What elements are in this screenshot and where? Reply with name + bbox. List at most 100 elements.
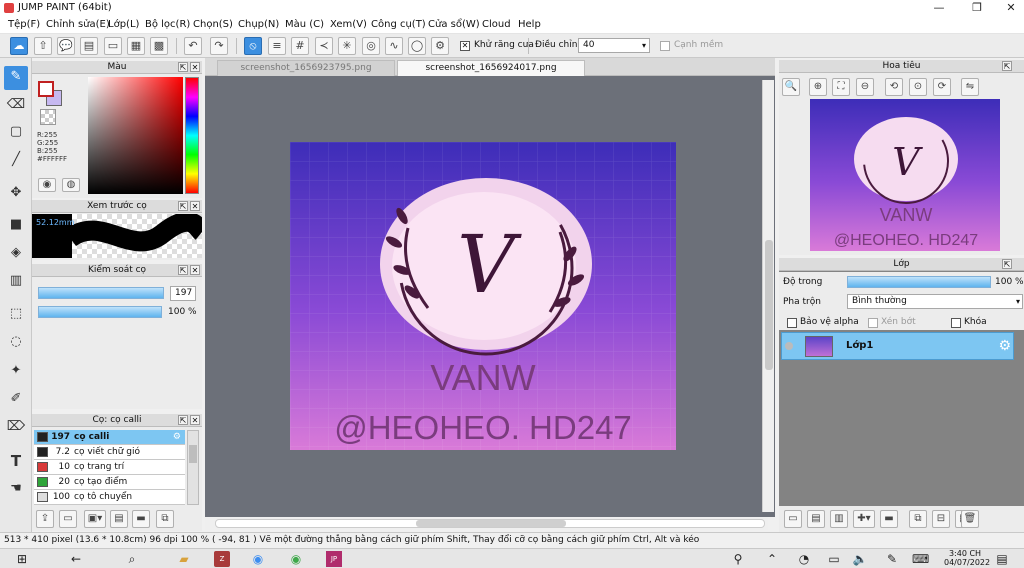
panel-close-icon[interactable]: ✕ [190,62,200,72]
rotate-left-icon[interactable]: ⟲ [885,78,903,96]
menu-file[interactable]: Tệp(F) [8,19,40,30]
layout-icon[interactable]: ▩ [150,37,168,55]
select-pen-tool-icon[interactable]: ✐ [4,388,28,412]
snap-perspective-icon[interactable]: ≺ [315,37,333,55]
layer-merge-icon[interactable]: ⊟ [932,510,950,528]
layer-folder-icon[interactable]: ▬ [880,510,898,528]
person-icon[interactable]: ⚲ [730,551,746,567]
minimize-button[interactable]: — [924,0,954,17]
brush-row[interactable]: 10 cọ trang trí [34,460,185,475]
menu-edit[interactable]: Chỉnh sửa(E) [46,19,110,30]
back-arrow-icon[interactable]: ← [68,551,84,567]
layer-row[interactable]: Lớp1 ⚙ [781,332,1014,360]
tab-screenshot-2[interactable]: screenshot_1656924017.png [397,60,585,76]
wifi-icon[interactable]: ◔ [796,551,812,567]
fill-rect-tool-icon[interactable]: ■ [4,214,28,238]
snap-grid-icon[interactable]: # [291,37,309,55]
brush-row[interactable]: 20 cọ tạo điểm [34,475,185,490]
menu-color[interactable]: Màu (C) [285,19,324,30]
menu-window[interactable]: Cửa sổ(W) [428,19,480,30]
zalo-app-icon[interactable]: Z [214,551,230,567]
volume-icon[interactable]: 🔈 [852,551,868,567]
chrome-icon[interactable]: ◉ [250,551,266,567]
brush-list-scrollbar[interactable] [187,430,199,505]
fit-window-icon[interactable]: ⛶ [832,78,850,96]
adjust-value-select[interactable]: 40 ▾ [578,38,650,53]
menu-view[interactable]: Xem(V) [330,19,367,30]
comment-icon[interactable]: 💬 [57,37,75,55]
brush-settings-icon[interactable]: ▤ [110,510,128,528]
panel-close-icon[interactable]: ✕ [190,265,200,275]
chrome-alt-icon[interactable]: ◉ [288,551,304,567]
zoom-out-icon[interactable]: ⊖ [856,78,874,96]
panel-float-icon[interactable]: ⇱ [1002,259,1012,269]
brush-row[interactable]: 7.2 cọ viết chữ gió [34,445,185,460]
search-icon[interactable]: ⌕ [124,551,140,567]
page-icon[interactable]: ▭ [104,37,122,55]
menu-tools[interactable]: Công cụ(T) [371,19,426,30]
panel-close-icon[interactable]: ✕ [190,415,200,425]
layer-opacity-slider[interactable] [847,276,991,288]
brush-folder-icon[interactable]: ▬ [132,510,150,528]
navigator-thumbnail[interactable]: V VANW @HEOHEO. HD247 [810,99,1000,251]
canvas-horizontal-scrollbar[interactable] [205,517,768,530]
brush-row[interactable]: 197 cọ calli ⚙ [34,430,185,445]
brush-copy-icon[interactable]: ⧉ [156,510,174,528]
panel-float-icon[interactable]: ⇱ [178,62,188,72]
clock[interactable]: 3:40 CH 04/07/2022 [944,549,990,567]
brush-add-icon[interactable]: ⇪ [36,510,54,528]
keyboard-icon[interactable]: ⌨ [912,551,929,567]
brush-tool-icon[interactable]: ✎ [4,66,28,90]
menu-help[interactable]: Help [518,19,541,30]
flip-icon[interactable]: ⇋ [961,78,979,96]
canvas-workspace[interactable]: V VANW @HEOHEO. HD247 [205,76,775,517]
gear-icon[interactable]: ⚙ [173,430,181,444]
soft-edge-checkbox[interactable] [660,41,670,51]
file-explorer-icon[interactable]: ▰ [176,551,192,567]
layer-raster-icon[interactable]: ▤ [807,510,825,528]
snap-curve-icon[interactable]: ∿ [385,37,403,55]
undo-icon[interactable]: ↶ [184,37,202,55]
upload-icon[interactable]: ⇧ [34,37,52,55]
panel-float-icon[interactable]: ⇱ [178,415,188,425]
bucket-tool-icon[interactable]: ◈ [4,242,28,266]
eraser-tool-icon[interactable]: ⌫ [4,94,28,118]
panel-close-icon[interactable]: ✕ [190,201,200,211]
eye-icon[interactable] [785,342,793,350]
tab-screenshot-1[interactable]: screenshot_1656923795.png [217,60,395,76]
text-tool-icon[interactable]: T [4,450,28,474]
menu-capture[interactable]: Chụp(N) [238,19,279,30]
cloud-icon[interactable]: ☁ [10,37,28,55]
menu-cloud[interactable]: Cloud [482,19,511,30]
layer-add-menu-icon[interactable]: ✚▾ [853,510,875,528]
select-rect-tool-icon[interactable]: ⬚ [4,303,28,327]
reset-view-icon[interactable]: ⊙ [909,78,927,96]
palette-icon[interactable]: ◉ [38,178,56,192]
pen-icon[interactable]: ✎ [884,551,900,567]
battery-icon[interactable]: ▭ [826,551,842,567]
magic-wand-tool-icon[interactable]: ✦ [4,360,28,384]
color-mixer-icon[interactable]: ◍ [62,178,80,192]
saturation-value-picker[interactable] [88,77,183,194]
panel-float-icon[interactable]: ⇱ [178,265,188,275]
brush-size-input[interactable]: 197 [170,286,196,301]
panel-float-icon[interactable]: ⇱ [1002,61,1012,71]
menu-filter[interactable]: Bộ lọc(R) [145,19,190,30]
hand-tool-icon[interactable]: ☚ [4,478,28,502]
artwork-canvas[interactable]: V VANW @HEOHEO. HD247 [290,142,676,450]
panel-float-icon[interactable]: ⇱ [178,201,188,211]
canvas-vertical-scrollbar[interactable] [762,80,774,512]
brush-new-icon[interactable]: ▭ [59,510,77,528]
menu-layer[interactable]: Lớp(L) [108,19,139,30]
layer-text-icon[interactable]: ▥ [830,510,848,528]
redo-icon[interactable]: ↷ [210,37,228,55]
brush-opacity-slider[interactable] [38,306,162,318]
close-button[interactable]: ✕ [996,0,1024,17]
message-icon[interactable]: ▤ [80,37,98,55]
rotate-right-icon[interactable]: ⟳ [933,78,951,96]
snap-ellipse-icon[interactable]: ◯ [408,37,426,55]
snap-circle-icon[interactable]: ◎ [362,37,380,55]
foreground-color-swatch[interactable] [38,81,54,97]
lock-checkbox[interactable] [951,318,961,328]
hue-slider[interactable] [185,77,199,194]
